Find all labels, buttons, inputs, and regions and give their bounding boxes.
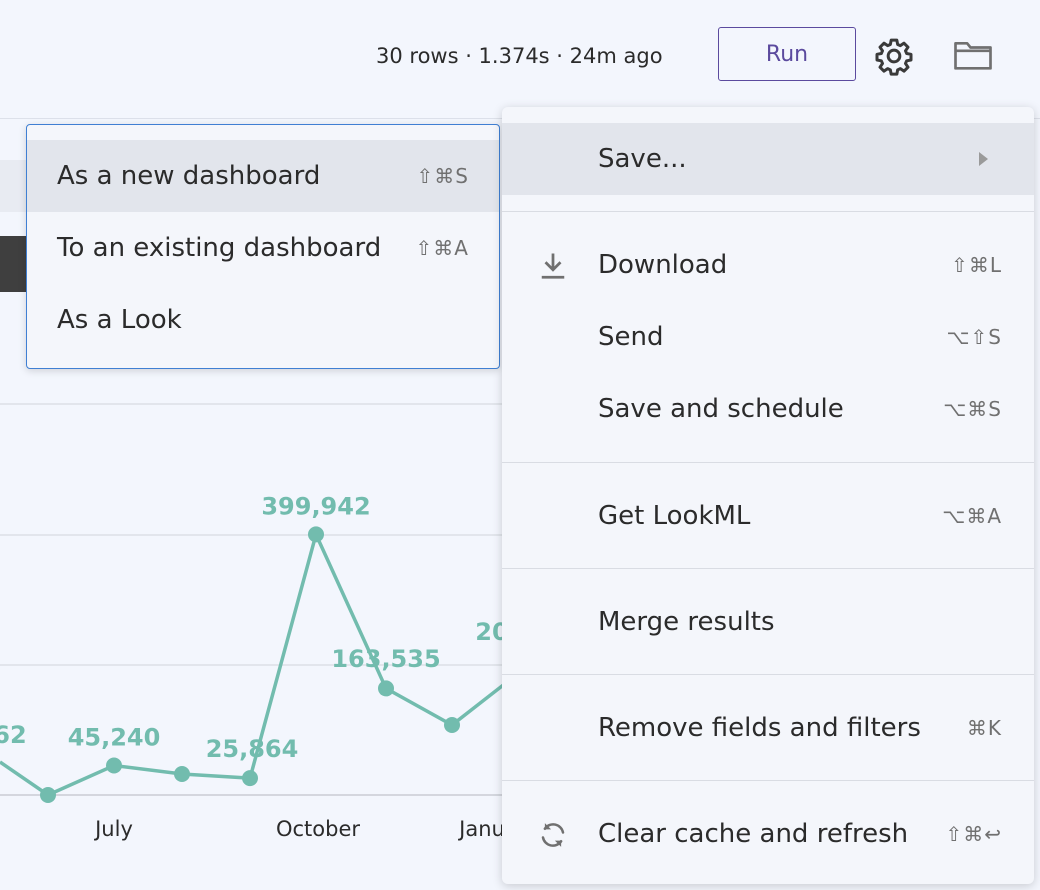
menu-item-label: Save and schedule xyxy=(598,394,844,424)
submenu-arrow-icon xyxy=(979,152,988,166)
data-label: 45,240 xyxy=(68,724,161,752)
shortcut-hint: ⇧⌘L xyxy=(951,253,1002,277)
menu-item-label: Save... xyxy=(598,144,687,174)
get-lookml-menu-item[interactable]: Get LookML ⌥⌘A xyxy=(502,480,1034,552)
menu-divider xyxy=(502,211,1034,212)
x-tick-label: Janu xyxy=(457,817,505,841)
data-point[interactable] xyxy=(242,770,258,787)
remove-fields-menu-item[interactable]: Remove fields and filters ⌘K xyxy=(502,692,1034,764)
data-label: 25,864 xyxy=(206,735,299,763)
save-to-existing-dashboard-item[interactable]: To an existing dashboard ⇧⌘A xyxy=(27,212,499,284)
x-tick-label: July xyxy=(93,817,133,841)
shortcut-hint: ⌥⇧S xyxy=(946,325,1002,349)
query-toolbar: 30 rows · 1.374s · 24m ago Run xyxy=(0,0,1040,119)
clear-cache-menu-item[interactable]: Clear cache and refresh ⇧⌘↩ xyxy=(502,798,1034,870)
gear-icon[interactable] xyxy=(874,36,914,76)
data-label: 399,942 xyxy=(261,492,370,520)
menu-item-label: Remove fields and filters xyxy=(598,713,921,743)
merge-results-menu-item[interactable]: Merge results xyxy=(502,586,1034,658)
shortcut-hint: ⌥⌘A xyxy=(942,504,1002,528)
line-chart: 62 45,240 25,864399,942163,53520 July Octob… xyxy=(0,403,520,841)
data-label: 163,535 xyxy=(331,645,440,673)
menu-divider xyxy=(502,462,1034,463)
menu-item-label: As a Look xyxy=(57,305,182,335)
menu-item-label: Clear cache and refresh xyxy=(598,819,909,849)
data-point[interactable] xyxy=(444,717,460,733)
download-menu-item[interactable]: Download ⇧⌘L xyxy=(502,229,1034,301)
shortcut-hint: ⇧⌘↩ xyxy=(945,822,1002,846)
menu-divider xyxy=(502,674,1034,675)
menu-item-label: Download xyxy=(598,250,728,280)
save-menu-item[interactable]: Save... xyxy=(502,123,1034,195)
menu-item-label: Merge results xyxy=(598,607,775,637)
data-point[interactable] xyxy=(308,526,324,543)
send-menu-item[interactable]: Send ⌥⇧S xyxy=(502,301,1034,373)
save-as-look-item[interactable]: As a Look xyxy=(27,284,499,356)
menu-item-label: As a new dashboard xyxy=(57,161,321,191)
menu-divider xyxy=(502,568,1034,569)
menu-item-label: Get LookML xyxy=(598,501,751,531)
explore-actions-menu: Save... Download ⇧⌘L Send ⌥⇧S Save and s… xyxy=(502,107,1034,884)
shortcut-hint: ⌥⌘S xyxy=(943,397,1002,421)
shortcut-hint: ⇧⌘S xyxy=(416,164,469,188)
data-point[interactable] xyxy=(174,766,190,782)
x-tick-label: October xyxy=(276,817,360,841)
data-point[interactable] xyxy=(40,786,56,803)
save-and-schedule-menu-item[interactable]: Save and schedule ⌥⌘S xyxy=(502,373,1034,445)
menu-item-label: Send xyxy=(598,322,664,352)
data-label: 62 xyxy=(0,721,27,749)
download-icon xyxy=(541,253,565,279)
save-submenu: As a new dashboard ⇧⌘S To an existing da… xyxy=(26,124,500,369)
menu-divider xyxy=(502,780,1034,781)
refresh-icon xyxy=(541,823,565,847)
menu-item-label: To an existing dashboard xyxy=(57,233,382,263)
shortcut-hint: ⌘K xyxy=(966,716,1002,740)
data-point[interactable] xyxy=(378,680,394,697)
folder-icon[interactable] xyxy=(953,38,993,72)
data-point[interactable] xyxy=(106,757,122,774)
shortcut-hint: ⇧⌘A xyxy=(415,236,469,260)
query-status-text: 30 rows · 1.374s · 24m ago xyxy=(376,44,663,68)
save-as-new-dashboard-item[interactable]: As a new dashboard ⇧⌘S xyxy=(27,140,499,212)
run-button[interactable]: Run xyxy=(718,27,856,81)
